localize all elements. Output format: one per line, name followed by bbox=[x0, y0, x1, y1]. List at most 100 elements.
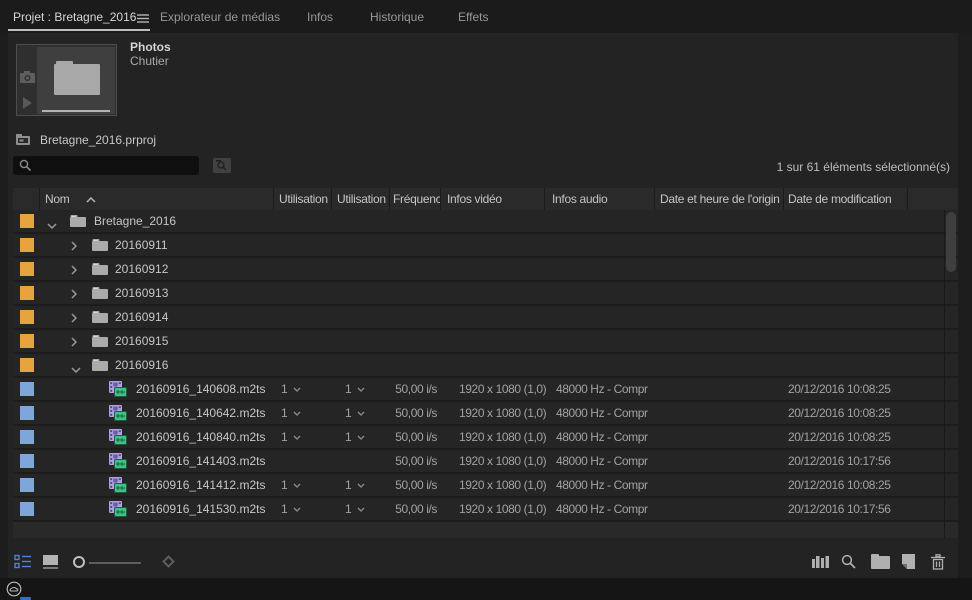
panel-menu-icon[interactable] bbox=[137, 12, 149, 26]
vertical-scrollbar-thumb[interactable] bbox=[946, 212, 956, 272]
trash-button[interactable] bbox=[931, 554, 945, 570]
item-name[interactable]: Bretagne_2016 bbox=[94, 210, 176, 232]
label-chip[interactable] bbox=[20, 382, 34, 396]
status-bar bbox=[0, 578, 972, 600]
header-frequence[interactable]: Fréquenc bbox=[390, 188, 441, 210]
search-input[interactable] bbox=[13, 156, 199, 175]
icon-view-button[interactable] bbox=[43, 554, 59, 570]
chevron-down-icon[interactable] bbox=[71, 362, 81, 376]
item-name[interactable]: 20160916_141403.m2ts bbox=[136, 450, 265, 472]
table-row[interactable]: 20160916_141530.m2ts1150,00 i/s1920 x 10… bbox=[13, 498, 958, 520]
label-chip[interactable] bbox=[20, 310, 34, 324]
usage-audio-cell[interactable]: 1 bbox=[345, 474, 365, 496]
label-chip[interactable] bbox=[20, 286, 34, 300]
item-name[interactable]: 20160912 bbox=[115, 258, 168, 280]
zoom-slider-track[interactable] bbox=[89, 562, 141, 564]
header-date-modification[interactable]: Date de modification bbox=[784, 188, 908, 210]
preview-item-type: Chutier bbox=[130, 54, 169, 68]
new-bin-button[interactable] bbox=[871, 554, 890, 569]
table-row[interactable]: 20160916 bbox=[13, 354, 958, 376]
label-chip[interactable] bbox=[20, 358, 34, 372]
tab-media-browser[interactable]: Explorateur de médias bbox=[160, 10, 280, 24]
frequence-cell: 50,00 i/s bbox=[390, 378, 437, 400]
usage-audio-cell[interactable]: 1 bbox=[345, 426, 365, 448]
tab-history[interactable]: Historique bbox=[370, 10, 424, 24]
usage-audio-cell[interactable]: 1 bbox=[345, 378, 365, 400]
label-chip[interactable] bbox=[20, 238, 34, 252]
table-row[interactable]: 20160914 bbox=[13, 306, 958, 328]
item-name[interactable]: 20160916 bbox=[115, 354, 168, 376]
header-infos-audio[interactable]: Infos audio bbox=[545, 188, 655, 210]
item-name[interactable]: 20160911 bbox=[115, 234, 168, 256]
item-name[interactable]: 20160916_141530.m2ts bbox=[136, 498, 265, 520]
label-chip[interactable] bbox=[20, 430, 34, 444]
automate-to-sequence-button[interactable] bbox=[812, 554, 829, 570]
table-row[interactable]: 20160912 bbox=[13, 258, 958, 280]
thumbnail-image bbox=[37, 47, 115, 114]
frequence-cell: 50,00 i/s bbox=[390, 402, 437, 424]
header-nom[interactable]: Nom bbox=[40, 188, 274, 210]
label-chip[interactable] bbox=[20, 406, 34, 420]
horizontal-scrollbar-track[interactable] bbox=[13, 522, 958, 538]
label-chip[interactable] bbox=[20, 454, 34, 468]
clip-icon bbox=[109, 381, 127, 400]
label-chip[interactable] bbox=[20, 478, 34, 492]
table-row[interactable]: Bretagne_2016 bbox=[13, 210, 958, 232]
find-bin-button[interactable] bbox=[213, 158, 231, 173]
table-row[interactable]: 20160916_140840.m2ts1150,00 i/s1920 x 10… bbox=[13, 426, 958, 448]
chevron-right-icon[interactable] bbox=[71, 240, 77, 254]
table-row[interactable]: 20160913 bbox=[13, 282, 958, 304]
item-name[interactable]: 20160914 bbox=[115, 306, 168, 328]
usage-video-cell[interactable]: 1 bbox=[281, 426, 301, 448]
header-date-origin[interactable]: Date et heure de l'origin bbox=[655, 188, 784, 210]
table-row[interactable]: 20160916_141403.m2ts50,00 i/s1920 x 1080… bbox=[13, 450, 958, 472]
chevron-down-icon[interactable] bbox=[47, 218, 57, 232]
clip-icon bbox=[109, 405, 127, 424]
find-button[interactable] bbox=[841, 554, 857, 570]
folder-glyph-icon bbox=[54, 61, 100, 95]
infos-audio-cell: 48000 Hz - Compr bbox=[556, 474, 648, 496]
header-infos-video[interactable]: Infos vidéo bbox=[441, 188, 545, 210]
header-utilisation-audio[interactable]: Utilisation bbox=[332, 188, 390, 210]
new-item-button[interactable] bbox=[901, 554, 916, 570]
table-row[interactable]: 20160916_141412.m2ts1150,00 i/s1920 x 10… bbox=[13, 474, 958, 496]
frequence-cell: 50,00 i/s bbox=[390, 498, 437, 520]
zoom-slider-knob[interactable] bbox=[73, 556, 85, 568]
usage-audio-cell[interactable]: 1 bbox=[345, 498, 365, 520]
usage-video-cell[interactable]: 1 bbox=[281, 402, 301, 424]
usage-video-cell[interactable]: 1 bbox=[281, 378, 301, 400]
list-view-button[interactable] bbox=[14, 554, 32, 570]
table-row[interactable]: 20160911 bbox=[13, 234, 958, 256]
item-name[interactable]: 20160916_140608.m2ts bbox=[136, 378, 265, 400]
project-file-name[interactable]: Bretagne_2016.prproj bbox=[40, 133, 156, 147]
chevron-right-icon[interactable] bbox=[71, 336, 77, 350]
table-row[interactable]: 20160916_140642.m2ts1150,00 i/s1920 x 10… bbox=[13, 402, 958, 424]
item-name[interactable]: 20160913 bbox=[115, 282, 168, 304]
usage-video-cell[interactable]: 1 bbox=[281, 498, 301, 520]
chevron-right-icon[interactable] bbox=[71, 264, 77, 278]
table-row[interactable]: 20160916_140608.m2ts1150,00 i/s1920 x 10… bbox=[13, 378, 958, 400]
label-chip[interactable] bbox=[20, 334, 34, 348]
preview-thumbnail[interactable] bbox=[16, 44, 117, 116]
tab-effects[interactable]: Effets bbox=[458, 10, 488, 24]
item-name[interactable]: 20160916_140642.m2ts bbox=[136, 402, 265, 424]
chevron-right-icon[interactable] bbox=[71, 312, 77, 326]
tab-project[interactable]: Projet : Bretagne_2016 bbox=[13, 10, 136, 24]
usage-audio-cell[interactable]: 1 bbox=[345, 402, 365, 424]
search-icon bbox=[19, 159, 32, 172]
header-label-col[interactable] bbox=[13, 188, 40, 210]
infos-audio-cell: 48000 Hz - Compr bbox=[556, 450, 648, 472]
item-name[interactable]: 20160916_140840.m2ts bbox=[136, 426, 265, 448]
date-modification-cell: 20/12/2016 10:17:56 bbox=[788, 498, 891, 520]
label-chip[interactable] bbox=[20, 262, 34, 276]
item-name[interactable]: 20160915 bbox=[115, 330, 168, 352]
frequence-cell: 50,00 i/s bbox=[390, 450, 437, 472]
table-row[interactable]: 20160915 bbox=[13, 330, 958, 352]
usage-video-cell[interactable]: 1 bbox=[281, 474, 301, 496]
tab-infos[interactable]: Infos bbox=[307, 10, 333, 24]
item-name[interactable]: 20160916_141412.m2ts bbox=[136, 474, 265, 496]
label-chip[interactable] bbox=[20, 502, 34, 516]
chevron-right-icon[interactable] bbox=[71, 288, 77, 302]
label-chip[interactable] bbox=[20, 214, 34, 228]
header-utilisation-video[interactable]: Utilisation bbox=[274, 188, 332, 210]
